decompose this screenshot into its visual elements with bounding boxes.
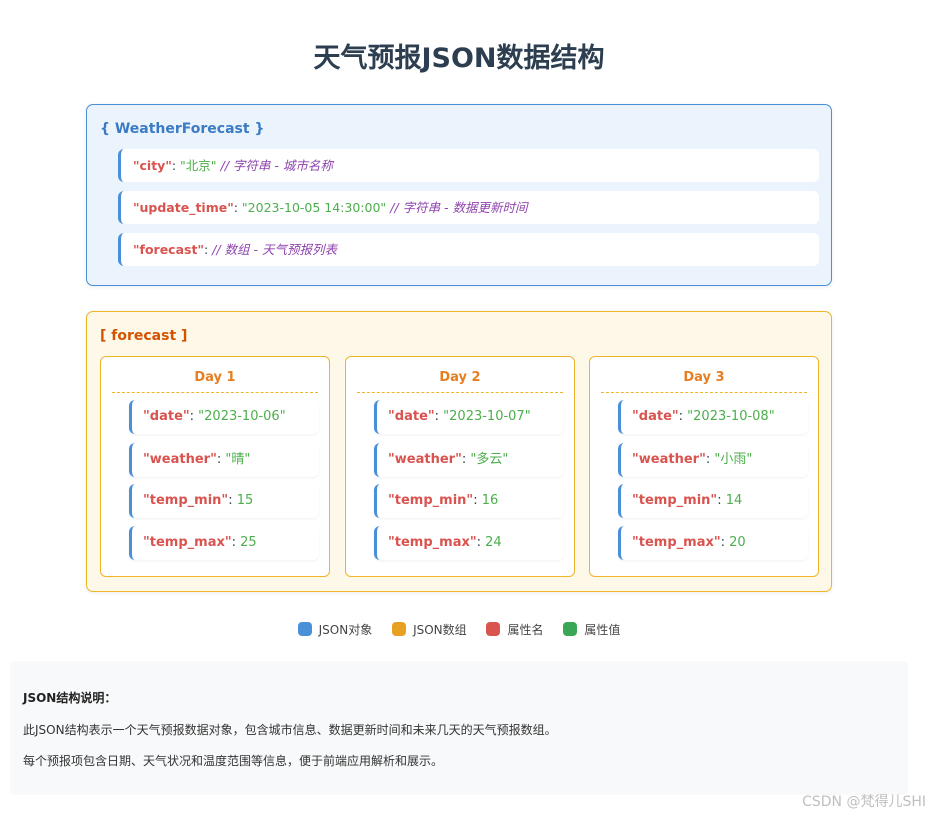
legend-item-key: 属性名 xyxy=(486,621,544,638)
prop-key: "city" xyxy=(133,158,172,173)
legend-swatch xyxy=(486,622,501,636)
legend-swatch xyxy=(392,622,407,636)
day-prop-temp-max: "temp_max": 24 xyxy=(374,526,564,560)
day-prop-weather: "weather": "晴" xyxy=(129,443,319,477)
legend-item-object: JSON对象 xyxy=(297,621,372,638)
day-prop-temp-min: "temp_min": 14 xyxy=(618,484,808,518)
description-line: 每个预报项包含日期、天气状况和温度范围等信息，便于前端应用解析和展示。 xyxy=(23,754,444,768)
legend-swatch xyxy=(563,622,578,636)
forecast-array: [ forecast ] Day 1 "date": "2023-10-06" … xyxy=(86,311,832,592)
prop-key: "forecast" xyxy=(133,242,204,257)
day-prop-temp-min: "temp_min": 16 xyxy=(374,484,564,518)
day-card-1: Day 1 "date": "2023-10-06" "weather": "晴… xyxy=(100,356,330,577)
day-title: Day 1 xyxy=(112,357,318,393)
day-prop-date: "date": "2023-10-07" xyxy=(374,400,564,434)
legend-swatch xyxy=(297,622,312,636)
object-prop-update-time: "update_time": "2023-10-05 14:30:00" // … xyxy=(118,191,819,224)
watermark: CSDN @梵得儿SHI xyxy=(802,794,926,810)
description-panel: JSON结构说明： 此JSON结构表示一个天气预报数据对象，包含城市信息、数据更… xyxy=(10,661,908,795)
prop-comment: // 字符串 - 城市名称 xyxy=(220,158,333,173)
day-prop-temp-max: "temp_max": 20 xyxy=(618,526,808,560)
description-title: JSON结构说明： xyxy=(23,691,117,705)
prop-key: "update_time" xyxy=(133,200,234,215)
prop-comment: // 数组 - 天气预报列表 xyxy=(212,242,338,257)
legend: JSON对象 JSON数组 属性名 属性值 xyxy=(0,621,918,638)
weather-forecast-object: { WeatherForecast } "city": "北京" // 字符串 … xyxy=(86,104,832,286)
day-prop-weather: "weather": "小雨" xyxy=(618,443,808,477)
array-title: [ forecast ] xyxy=(100,328,188,344)
prop-comment: // 字符串 - 数据更新时间 xyxy=(390,200,528,215)
object-prop-city: "city": "北京" // 字符串 - 城市名称 xyxy=(118,149,819,182)
prop-value: "2023-10-05 14:30:00" xyxy=(241,200,387,215)
day-prop-temp-min: "temp_min": 15 xyxy=(129,484,319,518)
day-title: Day 2 xyxy=(357,357,563,393)
description-line: 此JSON结构表示一个天气预报数据对象，包含城市信息、数据更新时间和未来几天的天… xyxy=(23,723,557,737)
day-title: Day 3 xyxy=(601,357,807,393)
day-prop-weather: "weather": "多云" xyxy=(374,443,564,477)
legend-item-array: JSON数组 xyxy=(392,621,467,638)
legend-item-value: 属性值 xyxy=(563,621,620,638)
object-title: { WeatherForecast } xyxy=(100,121,265,137)
page-title: 天气预报JSON数据结构 xyxy=(313,43,605,74)
day-prop-date: "date": "2023-10-08" xyxy=(618,400,808,434)
prop-value: "北京" xyxy=(180,158,217,173)
object-prop-forecast: "forecast": // 数组 - 天气预报列表 xyxy=(118,233,819,266)
day-card-2: Day 2 "date": "2023-10-07" "weather": "多… xyxy=(345,356,575,577)
day-prop-date: "date": "2023-10-06" xyxy=(129,400,319,434)
day-prop-temp-max: "temp_max": 25 xyxy=(129,526,319,560)
day-card-3: Day 3 "date": "2023-10-08" "weather": "小… xyxy=(589,356,819,577)
